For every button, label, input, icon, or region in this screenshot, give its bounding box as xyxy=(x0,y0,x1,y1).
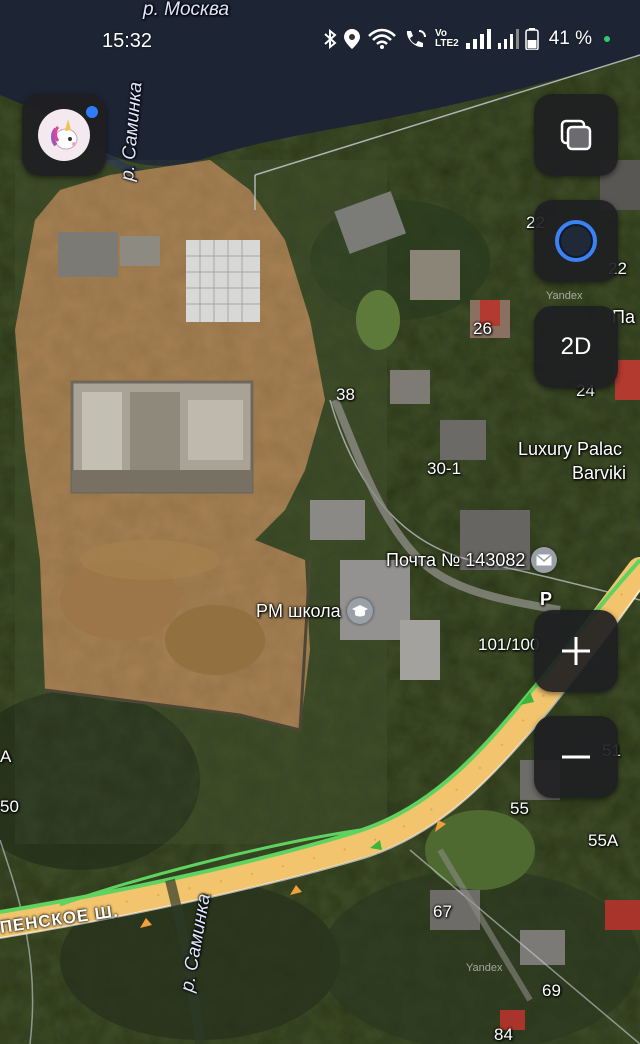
house-number-26: 26 xyxy=(473,319,492,338)
river-label-moskva: р. Москва xyxy=(143,0,230,20)
status-bar: 15:32 Vo LTE2 41 % xyxy=(0,22,640,62)
battery-percent: 41 % xyxy=(548,28,592,49)
graduation-cap-icon xyxy=(346,598,373,624)
layers-button[interactable] xyxy=(534,94,618,176)
layers-icon xyxy=(560,119,592,151)
parking-letter: P xyxy=(540,589,553,609)
house-number-30-1: 30-1 xyxy=(427,459,462,478)
house-number-67: 67 xyxy=(433,902,452,921)
assistant-button[interactable] xyxy=(534,200,618,282)
house-number-38: 38 xyxy=(336,385,355,404)
house-number-a: А xyxy=(0,747,12,766)
house-number-55: 55 xyxy=(510,799,529,818)
house-number-101-100: 101/100 xyxy=(478,635,540,654)
house-number-69: 69 xyxy=(542,981,561,1000)
watermark-top: Yandex xyxy=(546,290,583,302)
status-icons: Vo LTE2 41 % xyxy=(323,28,610,50)
status-time: 15:32 xyxy=(102,30,153,52)
unicorn-icon xyxy=(51,119,78,150)
house-number-50: 50 xyxy=(0,797,19,816)
foundation-grid xyxy=(186,240,260,322)
plus-icon xyxy=(562,637,590,665)
poi-luxury-line2[interactable]: Barviki xyxy=(572,464,626,482)
notification-dot xyxy=(86,106,98,118)
zoom-out-button[interactable] xyxy=(534,716,618,798)
location-icon xyxy=(343,28,361,50)
house-number-55a: 55А xyxy=(588,831,619,850)
mail-icon xyxy=(531,547,558,573)
poi-post-office[interactable]: Почта № 143082 xyxy=(386,547,558,573)
house-number-84: 84 xyxy=(494,1025,513,1044)
poi-luxury-line1[interactable]: Luxury Palac xyxy=(518,440,622,458)
avatar xyxy=(38,109,90,161)
battery-dot xyxy=(604,36,610,42)
wifi-call-icon xyxy=(403,28,429,50)
school-label: PM школа xyxy=(256,601,341,621)
zoom-in-button[interactable] xyxy=(534,610,618,692)
lte-label: LTE2 xyxy=(434,38,459,49)
battery-icon xyxy=(524,28,539,50)
signal-icon xyxy=(465,29,491,49)
poi-parking[interactable]: P xyxy=(540,590,552,608)
network-type-label: Vo LTE2 xyxy=(435,29,459,49)
mode-2d-label: 2D xyxy=(560,333,592,360)
alice-assistant-icon xyxy=(555,220,597,262)
minus-icon xyxy=(562,755,590,759)
mode-2d-button[interactable]: 2D xyxy=(534,306,618,388)
watermark-bottom: Yandex xyxy=(466,962,503,974)
profile-button[interactable] xyxy=(22,94,106,176)
post-office-label: Почта № 143082 xyxy=(386,550,526,570)
signal-icon-2 xyxy=(497,29,519,49)
poi-school[interactable]: PM школа xyxy=(256,598,373,624)
bluetooth-icon xyxy=(323,29,337,49)
wifi-icon xyxy=(367,28,397,50)
